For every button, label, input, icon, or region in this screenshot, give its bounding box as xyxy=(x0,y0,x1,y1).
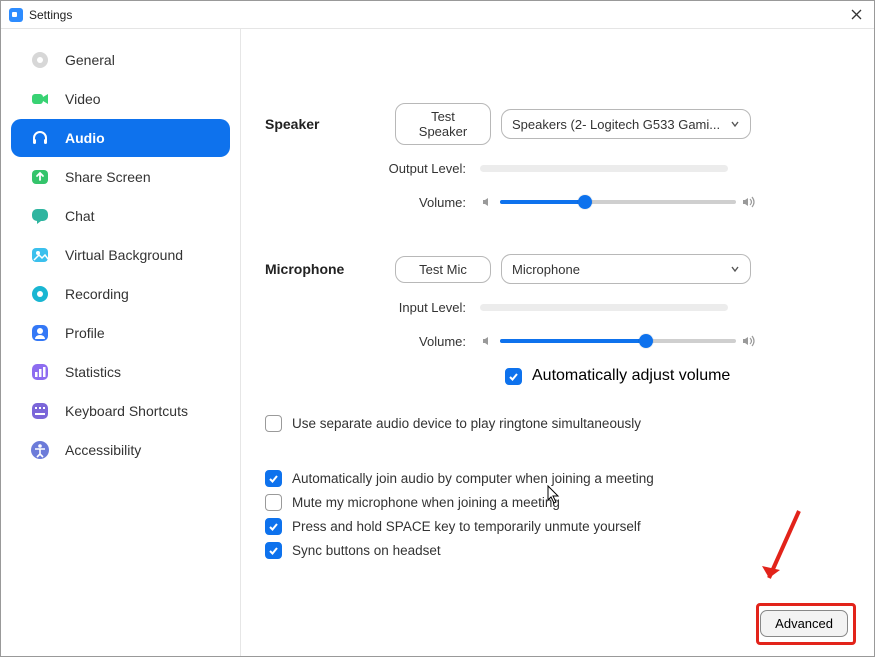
gear-icon xyxy=(29,49,51,71)
audio-options: Use separate audio device to play ringto… xyxy=(265,415,850,559)
sidebar-item-chat[interactable]: Chat xyxy=(11,197,230,235)
sidebar-item-label: Recording xyxy=(65,286,129,302)
mute-on-join-label: Mute my microphone when joining a meetin… xyxy=(292,495,560,510)
speaker-section: Speaker Test Speaker Speakers (2- Logite… xyxy=(265,103,850,212)
advanced-button[interactable]: Advanced xyxy=(760,610,848,637)
sidebar-item-label: General xyxy=(65,52,115,68)
chat-icon xyxy=(29,205,51,227)
share-screen-icon xyxy=(29,166,51,188)
sidebar-item-label: Profile xyxy=(65,325,105,341)
ringtone-device-checkbox[interactable] xyxy=(265,415,282,432)
sidebar-item-audio[interactable]: Audio xyxy=(11,119,230,157)
chevron-down-icon xyxy=(730,262,740,277)
test-speaker-button[interactable]: Test Speaker xyxy=(395,103,491,145)
mic-volume-slider[interactable] xyxy=(500,331,736,351)
volume-high-icon xyxy=(742,196,756,208)
sidebar-item-general[interactable]: General xyxy=(11,41,230,79)
space-unmute-checkbox[interactable] xyxy=(265,518,282,535)
speaker-device-dropdown[interactable]: Speakers (2- Logitech G533 Gami... xyxy=(501,109,751,139)
accessibility-icon xyxy=(29,439,51,461)
speaker-device-value: Speakers (2- Logitech G533 Gami... xyxy=(512,117,720,132)
sidebar-item-profile[interactable]: Profile xyxy=(11,314,230,352)
output-level-label: Output Level: xyxy=(265,161,480,176)
auto-adjust-volume-checkbox[interactable] xyxy=(505,368,522,385)
chevron-down-icon xyxy=(730,117,740,132)
microphone-heading: Microphone xyxy=(265,261,395,277)
speaker-volume-slider[interactable] xyxy=(500,192,736,212)
video-icon xyxy=(29,88,51,110)
mic-volume-label: Volume: xyxy=(265,334,480,349)
headphones-icon xyxy=(29,127,51,149)
mic-input-level-meter xyxy=(480,304,728,311)
close-button[interactable] xyxy=(846,5,866,25)
volume-low-icon xyxy=(480,335,494,347)
app-icon xyxy=(9,8,23,22)
sidebar-item-label: Virtual Background xyxy=(65,247,183,263)
window-title: Settings xyxy=(29,8,72,22)
sidebar-item-label: Video xyxy=(65,91,101,107)
mic-device-value: Microphone xyxy=(512,262,580,277)
speaker-heading: Speaker xyxy=(265,116,395,132)
ringtone-device-label: Use separate audio device to play ringto… xyxy=(292,416,641,431)
speaker-output-level-meter xyxy=(480,165,728,172)
sidebar-item-virtual-background[interactable]: Virtual Background xyxy=(11,236,230,274)
sidebar-item-statistics[interactable]: Statistics xyxy=(11,353,230,391)
sidebar-item-label: Keyboard Shortcuts xyxy=(65,403,188,419)
volume-low-icon xyxy=(480,196,494,208)
sidebar-item-video[interactable]: Video xyxy=(11,80,230,118)
mic-device-dropdown[interactable]: Microphone xyxy=(501,254,751,284)
titlebar: Settings xyxy=(1,1,874,29)
sidebar-item-label: Audio xyxy=(65,130,105,146)
close-icon xyxy=(851,9,862,20)
mute-on-join-checkbox[interactable] xyxy=(265,494,282,511)
sync-headset-label: Sync buttons on headset xyxy=(292,543,441,558)
sync-headset-checkbox[interactable] xyxy=(265,542,282,559)
content-area: General Video Audio Share Screen Chat Vi xyxy=(1,29,874,656)
auto-join-audio-label: Automatically join audio by computer whe… xyxy=(292,471,654,486)
virtual-bg-icon xyxy=(29,244,51,266)
main-panel: Speaker Test Speaker Speakers (2- Logite… xyxy=(241,29,874,656)
recording-icon xyxy=(29,283,51,305)
input-level-label: Input Level: xyxy=(265,300,480,315)
sidebar-item-share-screen[interactable]: Share Screen xyxy=(11,158,230,196)
sidebar-item-label: Chat xyxy=(65,208,95,224)
profile-icon xyxy=(29,322,51,344)
keyboard-icon xyxy=(29,400,51,422)
microphone-section: Microphone Test Mic Microphone Input Lev… xyxy=(265,254,850,385)
sidebar-item-label: Share Screen xyxy=(65,169,151,185)
test-mic-button[interactable]: Test Mic xyxy=(395,256,491,283)
auto-adjust-volume-label: Automatically adjust volume xyxy=(532,367,730,385)
speaker-volume-label: Volume: xyxy=(265,195,480,210)
sidebar-item-label: Accessibility xyxy=(65,442,141,458)
sidebar-item-label: Statistics xyxy=(65,364,121,380)
settings-window: Settings General Video Audio Share Scree… xyxy=(0,0,875,657)
auto-join-audio-checkbox[interactable] xyxy=(265,470,282,487)
space-unmute-label: Press and hold SPACE key to temporarily … xyxy=(292,519,641,534)
sidebar-item-recording[interactable]: Recording xyxy=(11,275,230,313)
statistics-icon xyxy=(29,361,51,383)
sidebar-item-keyboard-shortcuts[interactable]: Keyboard Shortcuts xyxy=(11,392,230,430)
sidebar: General Video Audio Share Screen Chat Vi xyxy=(1,29,241,656)
sidebar-item-accessibility[interactable]: Accessibility xyxy=(11,431,230,469)
volume-high-icon xyxy=(742,335,756,347)
